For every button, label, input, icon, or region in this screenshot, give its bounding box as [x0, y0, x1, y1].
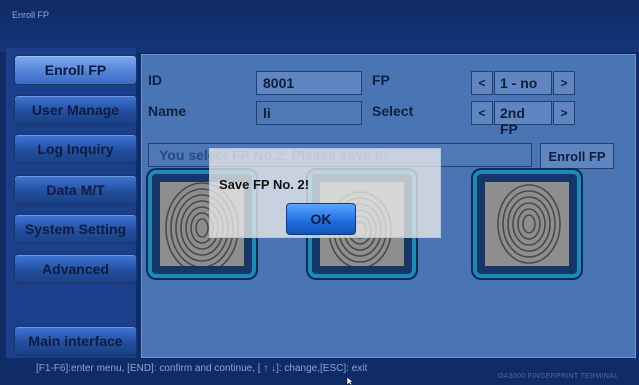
select-label: Select	[372, 103, 414, 119]
ok-button[interactable]: OK	[286, 203, 356, 235]
fp-next-button[interactable]: >	[553, 71, 575, 95]
select-next-button[interactable]: >	[553, 101, 575, 125]
sidebar-item-data-mt[interactable]: Data M/T	[14, 175, 137, 205]
name-label: Name	[148, 103, 187, 119]
app-window: Enroll FP Enroll FP User Manage Log Inqu…	[0, 0, 639, 385]
fp-prev-button[interactable]: <	[471, 71, 493, 95]
id-label: ID	[148, 72, 162, 88]
sidebar-item-advanced[interactable]: Advanced	[14, 254, 137, 284]
sidebar-item-enroll-fp[interactable]: Enroll FP	[14, 55, 137, 85]
fingerprint-icon	[497, 184, 561, 264]
dialog-message: Save FP No. 2!	[219, 177, 310, 192]
enroll-fp-button[interactable]: Enroll FP	[540, 143, 614, 169]
title-bar: Enroll FP	[0, 0, 639, 52]
sidebar-item-log-inquiry[interactable]: Log Inquiry	[14, 134, 137, 164]
main-interface-button[interactable]: Main interface	[14, 326, 137, 356]
fp-selector[interactable]: 1 - no	[494, 71, 552, 95]
fp-label: FP	[372, 72, 390, 88]
fingerprint-slot-3	[473, 170, 581, 278]
id-field[interactable]: 8001	[256, 71, 362, 95]
brand-label: OA3000 FINGERPRINT TERMINAL	[498, 373, 619, 380]
select-prev-button[interactable]: <	[471, 101, 493, 125]
mouse-cursor-icon	[346, 377, 354, 385]
key-hint: [F1-F6]:enter menu, [END]: confirm and c…	[36, 363, 368, 374]
fingerprint-image-3	[485, 182, 569, 266]
sidebar-item-user-manage[interactable]: User Manage	[14, 95, 137, 125]
name-field[interactable]: li	[256, 101, 362, 125]
sidebar: Enroll FP User Manage Log Inquiry Data M…	[6, 48, 137, 358]
sidebar-item-system-setting[interactable]: System Setting	[14, 214, 137, 244]
window-title: Enroll FP	[12, 10, 50, 20]
select-selector[interactable]: 2nd FP	[494, 101, 552, 137]
save-dialog: Save FP No. 2! OK	[209, 148, 441, 238]
